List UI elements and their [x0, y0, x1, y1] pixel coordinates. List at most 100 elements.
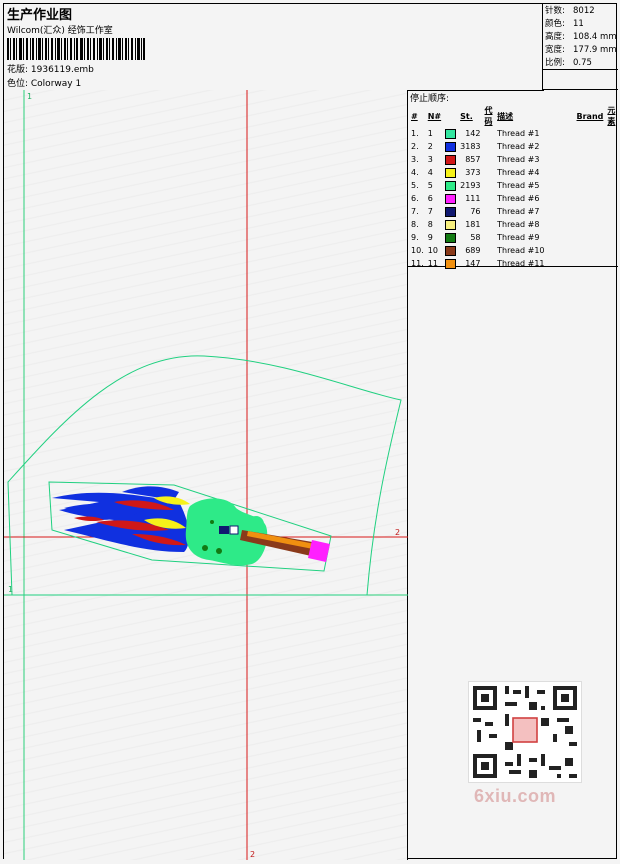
thread-color-swatch — [445, 193, 457, 204]
row-brand — [547, 231, 606, 244]
row-code — [483, 218, 496, 231]
worksheet-header: 生产作业图 Wilcom(汇众) 经饰工作室 花版: 1936119.emb 色… — [4, 4, 544, 91]
row-description: Thread #6 — [497, 194, 540, 203]
row-stitches: 689 — [465, 246, 481, 255]
row-code — [483, 166, 496, 179]
stat-stitches: 针数: 8012 — [545, 6, 595, 16]
row-code — [483, 179, 496, 192]
row-stitches: 76 — [470, 207, 481, 216]
thread-color-swatch — [445, 180, 457, 191]
row-brand — [547, 218, 606, 231]
table-header-row: # N# St. 代码 描述 Brand 元素 — [409, 105, 618, 127]
stat-colors: 颜色: 11 — [545, 19, 584, 29]
row-index: 6. — [411, 194, 419, 203]
row-stitches: 181 — [465, 220, 481, 229]
row-description: Thread #1 — [497, 129, 540, 138]
row-index: 10. — [411, 246, 424, 255]
row-code — [483, 127, 496, 140]
row-number: 10 — [427, 246, 438, 255]
row-number: 6 — [427, 194, 433, 203]
row-number: 2 — [427, 142, 433, 151]
row-number: 1 — [427, 129, 433, 138]
row-element — [605, 192, 618, 205]
company-name: Wilcom(汇众) 经饰工作室 — [7, 26, 113, 36]
row-brand — [547, 166, 606, 179]
guide-label-v2: 2 — [250, 850, 255, 859]
row-number: 7 — [427, 207, 433, 216]
row-stitches: 857 — [465, 155, 481, 164]
row-swatch — [443, 205, 458, 218]
stop-sequence-title: 停止顺序: — [410, 94, 450, 104]
thread-row: 1. 1 142 Thread #1 — [409, 127, 618, 140]
col-swatch — [443, 105, 458, 127]
row-code — [483, 231, 496, 244]
row-brand — [547, 192, 606, 205]
row-number: 3 — [427, 155, 433, 164]
guide-label-h2: 2 — [395, 528, 400, 537]
stat-scale: 比例: 0.75 — [543, 56, 618, 70]
hoop-outline — [7, 355, 402, 596]
row-swatch — [443, 244, 458, 257]
row-description: Thread #8 — [497, 220, 540, 229]
row-number: 8 — [427, 220, 433, 229]
row-swatch — [443, 140, 458, 153]
col-description: 描述 — [497, 111, 514, 121]
row-number: 9 — [427, 233, 433, 242]
thread-row: 7. 7 76 Thread #7 — [409, 205, 618, 218]
row-code — [483, 153, 496, 166]
row-index: 2. — [411, 142, 419, 151]
row-brand — [547, 153, 606, 166]
col-brand: Brand — [576, 111, 604, 121]
row-index: 5. — [411, 181, 419, 190]
guide-label-v1: 1 — [27, 92, 32, 101]
row-swatch — [443, 153, 458, 166]
row-element — [605, 127, 618, 140]
thread-color-swatch — [445, 141, 457, 152]
row-element — [605, 218, 618, 231]
design-preview-canvas: 1 1 2 2 — [4, 90, 408, 860]
row-code — [483, 205, 496, 218]
row-stitches: 373 — [465, 168, 481, 177]
row-swatch — [443, 127, 458, 140]
stat-width: 宽度: 177.9 mm — [545, 45, 617, 55]
guitar-embroidery — [185, 498, 330, 566]
row-description: Thread #4 — [497, 168, 540, 177]
row-number: 5 — [427, 181, 433, 190]
row-brand — [547, 179, 606, 192]
flame-embroidery — [52, 486, 190, 552]
row-code — [483, 140, 496, 153]
thread-row: 5. 5 2193 Thread #5 — [409, 179, 618, 192]
row-swatch — [443, 218, 458, 231]
thread-row: 4. 4 373 Thread #4 — [409, 166, 618, 179]
row-description: Thread #3 — [497, 155, 540, 164]
col-element: 元素 — [607, 106, 616, 126]
thread-row: 9. 9 58 Thread #9 — [409, 231, 618, 244]
row-stitches: 3183 — [460, 142, 481, 151]
row-description: Thread #10 — [497, 246, 545, 255]
design-stats-panel: 针数: 8012 颜色: 11 高度: 108.4 mm 宽度: 177.9 mm 比例… — [542, 4, 618, 90]
stop-sequence-panel: 停止顺序: # N# St. 代码 描述 Brand 元素 1. 1 142 Thre… — [408, 90, 618, 269]
row-description: Thread #5 — [497, 181, 540, 190]
col-index: # — [411, 111, 418, 121]
design-preview: 1 1 2 2 — [4, 90, 408, 860]
row-description: Thread #7 — [497, 207, 540, 216]
colorway-label: 色位: Colorway 1 — [7, 79, 82, 89]
row-description: Thread #9 — [497, 233, 540, 242]
thread-row: 2. 2 3183 Thread #2 — [409, 140, 618, 153]
row-element — [605, 179, 618, 192]
col-stitches: St. — [460, 111, 473, 121]
row-index: 9. — [411, 233, 419, 242]
row-element — [605, 244, 618, 257]
thread-color-swatch — [445, 206, 457, 217]
row-brand — [547, 127, 606, 140]
barcode-image — [7, 38, 145, 60]
thread-color-swatch — [445, 154, 457, 165]
row-index: 3. — [411, 155, 419, 164]
watermark: 6xiu.com — [474, 786, 557, 806]
col-code: 代码 — [484, 106, 493, 126]
thread-color-swatch — [445, 219, 457, 230]
row-brand — [547, 140, 606, 153]
thread-row: 3. 3 857 Thread #3 — [409, 153, 618, 166]
row-stitches: 2193 — [460, 181, 481, 190]
row-swatch — [443, 179, 458, 192]
